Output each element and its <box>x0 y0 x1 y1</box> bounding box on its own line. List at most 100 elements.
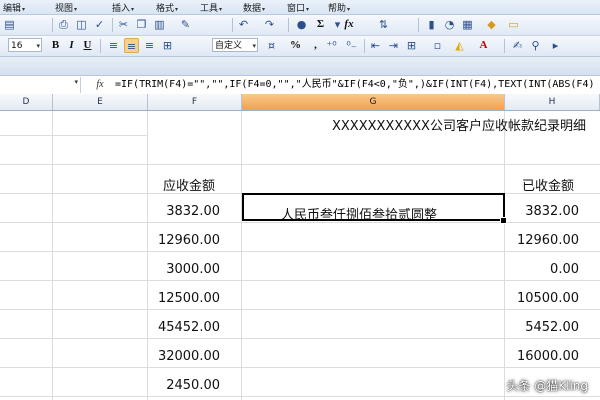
merge-center-icon[interactable]: ⊞ <box>160 38 175 53</box>
menu-view[interactable]: 视图▾ <box>55 1 77 14</box>
font-color-button[interactable]: A <box>476 38 491 53</box>
hyperlink-icon[interactable]: ● <box>294 17 309 32</box>
toolbar-separator <box>418 18 419 32</box>
toolbar-separator <box>100 39 101 53</box>
grid-line <box>0 396 600 397</box>
received-header[interactable]: 已收金额 <box>522 175 574 194</box>
column-headers: D E F G H <box>0 94 600 111</box>
font-size-select[interactable]: 16 ▾ <box>8 38 42 52</box>
comma-style-button[interactable]: , <box>308 38 323 53</box>
borders-icon[interactable]: ⊞ <box>404 38 419 53</box>
chart-wizard-icon[interactable]: ▮ <box>424 17 439 32</box>
toolbar-options-icon[interactable]: ▸ <box>548 38 563 53</box>
align-left-icon[interactable]: ≡ <box>106 38 121 53</box>
copy-icon[interactable]: ❐ <box>134 17 149 32</box>
spelling-icon[interactable]: ✓ <box>92 17 107 32</box>
menu-window[interactable]: 窗口▾ <box>287 1 309 14</box>
menu-format[interactable]: 格式▾ <box>156 1 178 14</box>
receivable-cell[interactable]: 32000.00 <box>148 349 220 364</box>
table-icon[interactable]: ▦ <box>460 17 475 32</box>
print-preview-icon[interactable]: ◫ <box>74 17 89 32</box>
watermark: 头条 @猫Kling <box>506 379 588 393</box>
grid-line <box>0 338 600 339</box>
menu-help-label: 帮助 <box>328 4 347 14</box>
increase-decimal-icon[interactable]: ⁺⁰ <box>324 38 339 53</box>
received-cell[interactable]: 10500.00 <box>505 291 579 306</box>
sheet-title[interactable]: XXXXXXXXXXX公司客户应收帐款纪录明细 <box>332 115 586 134</box>
received-cell[interactable]: 0.00 <box>505 262 579 277</box>
toolbar-separator <box>232 18 233 32</box>
underline-button[interactable]: U <box>80 38 95 53</box>
received-cell[interactable]: 5452.00 <box>505 320 579 335</box>
column-header-e[interactable]: E <box>53 94 148 110</box>
align-right-icon[interactable]: ≡ <box>142 38 157 53</box>
insert-function-button[interactable]: fx <box>340 17 358 32</box>
received-cell[interactable]: 3832.00 <box>505 204 579 219</box>
menu-data[interactable]: 数据▾ <box>243 1 265 14</box>
folder-icon[interactable]: ▭ <box>506 17 521 32</box>
drawing-toggle-icon[interactable]: ✍ <box>510 38 525 53</box>
undo-icon[interactable]: ↶ <box>236 17 251 32</box>
grid-line <box>0 280 600 281</box>
chevron-down-icon: ▾ <box>262 6 266 13</box>
column-header-d[interactable]: D <box>0 94 53 110</box>
drawing-icon[interactable]: ◔ <box>442 17 457 32</box>
redo-icon[interactable]: ↷ <box>262 17 277 32</box>
autosum-button[interactable]: Σ <box>313 17 328 32</box>
column-header-g[interactable]: G <box>242 94 505 110</box>
fill-color-icon[interactable]: ◭ <box>452 38 467 53</box>
bold-button[interactable]: B <box>48 38 63 53</box>
paste-icon[interactable]: ▥ <box>152 17 167 32</box>
chevron-down-icon[interactable]: ▾ <box>74 78 78 86</box>
border-style-icon[interactable]: ▫ <box>430 38 445 53</box>
decrease-indent-icon[interactable]: ⇤ <box>368 38 383 53</box>
menu-format-label: 格式 <box>156 4 175 14</box>
receivable-cell[interactable]: 2450.00 <box>148 378 220 393</box>
align-center-icon[interactable]: ≡ <box>124 38 139 53</box>
chevron-down-icon: ▾ <box>306 6 310 13</box>
menu-tools[interactable]: 工具▾ <box>200 1 222 14</box>
chevron-down-icon: ▾ <box>74 6 78 13</box>
format-painter-icon[interactable]: ✎ <box>178 17 193 32</box>
percent-button[interactable]: % <box>288 38 303 53</box>
currency-icon[interactable]: ¤ <box>264 38 279 53</box>
receivable-cell[interactable]: 12960.00 <box>148 233 220 248</box>
menu-help[interactable]: 帮助▾ <box>328 1 350 14</box>
receivable-header[interactable]: 应收金额 <box>163 175 215 194</box>
chevron-down-icon: ▾ <box>131 6 135 13</box>
cut-icon[interactable]: ✂ <box>116 17 131 32</box>
menu-edit[interactable]: 编辑▾ <box>3 1 25 14</box>
toolbar-separator <box>112 18 113 32</box>
fill-handle[interactable] <box>500 217 507 224</box>
toolbar-dock <box>0 57 600 76</box>
received-cell[interactable]: 12960.00 <box>505 233 579 248</box>
zoom-icon[interactable]: ⚲ <box>528 38 543 53</box>
sort-ascending-icon[interactable]: ⇅ <box>376 17 391 32</box>
receivable-cell[interactable]: 3832.00 <box>148 204 220 219</box>
column-header-f[interactable]: F <box>148 94 242 110</box>
spreadsheet-grid[interactable]: XXXXXXXXXXX公司客户应收帐款纪录明细 应收金额 已收金额 3832.0… <box>0 111 600 400</box>
insert-function-icon[interactable]: fx <box>92 78 108 92</box>
name-box[interactable]: ▾ <box>0 77 81 93</box>
receivable-cell[interactable]: 3000.00 <box>148 262 220 277</box>
increase-indent-icon[interactable]: ⇥ <box>386 38 401 53</box>
print-icon[interactable]: ⎙ <box>56 17 71 32</box>
grid-line <box>241 111 242 400</box>
column-header-h[interactable]: H <box>505 94 600 110</box>
highlight-icon[interactable]: ◆ <box>484 17 499 32</box>
menu-insert[interactable]: 插入▾ <box>112 1 134 14</box>
italic-button[interactable]: I <box>64 38 79 53</box>
receivable-cell[interactable]: 12500.00 <box>148 291 220 306</box>
menu-view-label: 视图 <box>55 4 74 14</box>
receivable-cell[interactable]: 45452.00 <box>148 320 220 335</box>
decrease-decimal-icon[interactable]: ⁰₋ <box>344 38 359 53</box>
active-cell-border[interactable] <box>242 193 505 221</box>
menu-data-label: 数据 <box>243 4 262 14</box>
grid-line <box>52 111 53 400</box>
menu-edit-label: 编辑 <box>3 4 22 14</box>
toolbar-separator <box>504 39 505 53</box>
open-icon[interactable]: ▤ <box>2 17 17 32</box>
received-cell[interactable]: 16000.00 <box>505 349 579 364</box>
style-select[interactable]: 自定义 ▾ <box>212 38 258 52</box>
formula-input[interactable]: =IF(TRIM(F4)="","",IF(F4=0,"","人民币"&IF(F… <box>115 78 595 92</box>
